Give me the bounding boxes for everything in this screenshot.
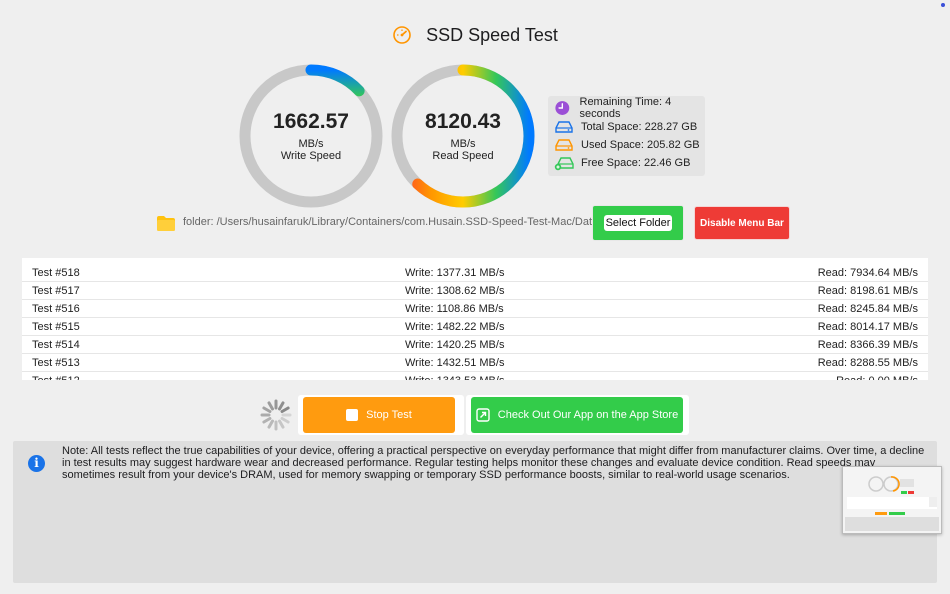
total-space-text: Total Space: 228.27 GB xyxy=(581,121,698,133)
app-title: SSD Speed Test xyxy=(426,24,558,45)
spinner-spoke xyxy=(267,419,274,429)
app-store-button[interactable]: Check Out Our App on the App Store xyxy=(471,397,683,433)
thumbnail-preview-image xyxy=(843,467,941,533)
test-name: Test #517 xyxy=(32,285,80,297)
test-name: Test #515 xyxy=(32,321,80,333)
read-speed-value: 8120.43 xyxy=(425,110,501,133)
screenshot-thumbnail[interactable] xyxy=(842,466,942,534)
spinner-spoke xyxy=(280,417,290,424)
app-store-label: Check Out Our App on the App Store xyxy=(497,409,679,421)
write-result: Write: 1343.53 MB/s xyxy=(405,375,504,380)
read-result: Read: 8014.17 MB/s xyxy=(817,321,918,333)
stop-test-button-frame: Stop Test xyxy=(298,395,464,435)
table-row: Test #514 Write: 1420.25 MB/s Read: 8366.3… xyxy=(22,336,928,354)
disk-info-panel: Remaining Time: 4 seconds Total Space: 2… xyxy=(548,96,705,176)
folder-path: folder: /Users/husainfaruk/Library/Conta… xyxy=(183,216,620,228)
spinner-spoke xyxy=(262,406,272,413)
read-result: Read: 8245.84 MB/s xyxy=(817,303,918,315)
test-name: Test #518 xyxy=(32,267,80,279)
used-space-text: Used Space: 205.82 GB xyxy=(581,139,700,151)
speedometer-icon xyxy=(393,26,411,44)
read-speed-unit: MB/s xyxy=(450,138,476,150)
note-text: Note: All tests reflect the true capabil… xyxy=(62,445,925,481)
table-row: Test #518 Write: 1377.31 MB/s Read: 7934.6… xyxy=(22,264,928,282)
results-list[interactable]: Test #518 Write: 1377.31 MB/s Read: 7934.6… xyxy=(22,258,928,380)
stop-test-button[interactable]: Stop Test xyxy=(303,397,455,433)
free-space-row: Free Space: 22.46 GB xyxy=(554,154,690,172)
table-row: Test #517 Write: 1308.62 MB/s Read: 8198.6… xyxy=(22,282,928,300)
loading-spinner-icon xyxy=(260,399,292,431)
test-name: Test #513 xyxy=(32,357,80,369)
read-gauge-ring xyxy=(391,64,535,208)
read-result: Read: 0.00 MB/s xyxy=(836,375,918,380)
read-speed-label: Read Speed xyxy=(432,150,494,162)
test-name: Test #512 xyxy=(32,375,80,380)
write-result: Write: 1108.86 MB/s xyxy=(405,303,504,315)
select-folder-button[interactable]: Select Folder xyxy=(592,205,684,241)
read-speed-gauge: 8120.43 MB/s Read Speed xyxy=(389,62,537,210)
disable-menu-bar-button[interactable]: Disable Menu Bar xyxy=(694,206,790,240)
write-speed-value: 1662.57 xyxy=(273,110,349,133)
spinner-spoke xyxy=(278,401,285,411)
total-space-row: Total Space: 228.27 GB xyxy=(554,118,697,136)
write-speed-label: Write Speed xyxy=(280,150,342,162)
test-name: Test #514 xyxy=(32,339,80,351)
info-icon: i xyxy=(28,455,45,472)
note-panel: i Note: All tests reflect the true capab… xyxy=(13,441,937,583)
read-result: Read: 8198.61 MB/s xyxy=(817,285,918,297)
external-link-icon xyxy=(476,408,490,422)
remaining-time-row: Remaining Time: 4 seconds xyxy=(554,96,705,120)
read-result: Read: 8366.39 MB/s xyxy=(817,339,918,351)
write-result: Write: 1377.31 MB/s xyxy=(405,267,505,279)
write-speed-unit: MB/s xyxy=(298,138,324,150)
read-result: Read: 7934.64 MB/s xyxy=(817,267,918,279)
folder-icon xyxy=(157,216,175,231)
drive-icon xyxy=(555,121,573,133)
clock-icon xyxy=(555,101,570,115)
write-gauge-ring xyxy=(239,64,383,208)
free-space-text: Free Space: 22.46 GB xyxy=(581,157,691,169)
app-store-button-frame: Check Out Our App on the App Store xyxy=(466,395,689,435)
select-folder-label: Select Folder xyxy=(604,215,672,231)
write-result: Write: 1432.51 MB/s xyxy=(405,357,505,369)
table-row: Test #513 Write: 1432.51 MB/s Read: 8288.5… xyxy=(22,354,928,372)
stop-test-label: Stop Test xyxy=(366,409,412,421)
read-result: Read: 8288.55 MB/s xyxy=(817,357,918,369)
spinner-spoke xyxy=(267,401,274,411)
table-row: Test #515 Write: 1482.22 MB/s Read: 8014.1… xyxy=(22,318,928,336)
remaining-time-text: Remaining Time: 4 seconds xyxy=(579,96,672,120)
spinner-spoke xyxy=(278,419,285,429)
title-bar: SSD Speed Test xyxy=(0,22,950,48)
free-drive-icon xyxy=(554,157,574,171)
write-speed-gauge: 1662.57 MB/s Write Speed xyxy=(237,62,385,210)
used-space-row: Used Space: 205.82 GB xyxy=(554,136,700,154)
write-result: Write: 1482.22 MB/s xyxy=(405,321,505,333)
table-row: Test #512 Write: 1343.53 MB/s Read: 0.00 M… xyxy=(22,372,928,380)
spinner-spoke xyxy=(280,406,290,413)
status-dot xyxy=(941,3,945,7)
test-name: Test #516 xyxy=(32,303,80,315)
write-result: Write: 1420.25 MB/s xyxy=(405,339,505,351)
table-row: Test #516 Write: 1108.86 MB/s Read: 8245.8… xyxy=(22,300,928,318)
write-result: Write: 1308.62 MB/s xyxy=(405,285,505,297)
spinner-spoke xyxy=(262,417,272,424)
used-drive-icon xyxy=(555,139,573,151)
stop-icon xyxy=(346,409,359,421)
